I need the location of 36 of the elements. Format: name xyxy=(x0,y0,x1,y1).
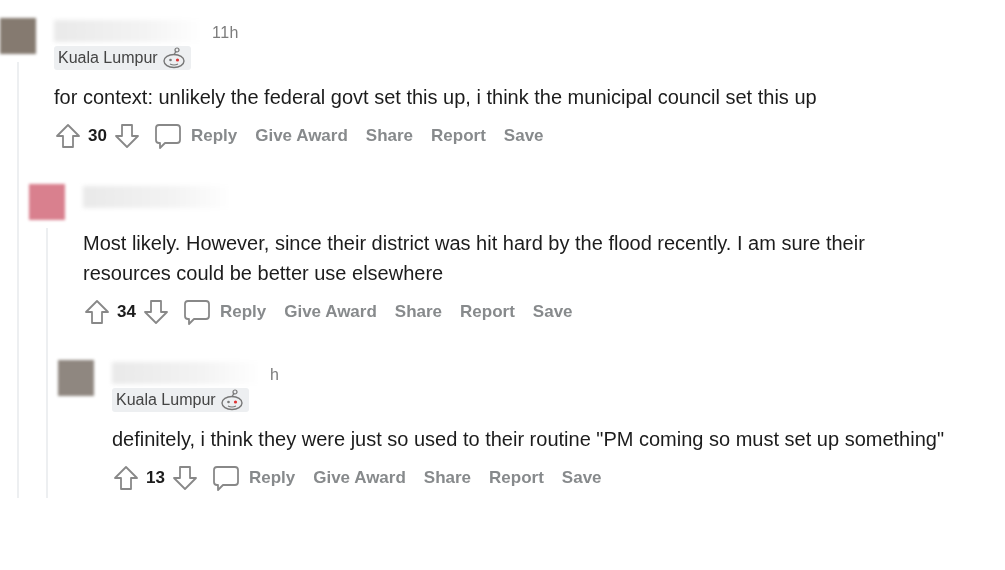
action-button[interactable]: Give Award xyxy=(247,122,356,150)
action-button[interactable]: Share xyxy=(415,464,480,492)
action-button[interactable]: Reply xyxy=(211,298,275,326)
action-button[interactable]: Give Award xyxy=(305,464,414,492)
action-button[interactable]: Share xyxy=(357,122,422,150)
action-button[interactable]: Reply xyxy=(240,464,304,492)
timestamp: 11h xyxy=(212,24,239,42)
alien-face-icon xyxy=(218,389,245,411)
vote-count: 30 xyxy=(88,126,107,146)
action-button[interactable]: Give Award xyxy=(276,298,385,326)
user-flair: Kuala Lumpur xyxy=(54,46,191,70)
comment-icon xyxy=(210,463,241,493)
action-button[interactable]: Save xyxy=(524,298,581,326)
action-button[interactable]: Save xyxy=(553,464,610,492)
action-button[interactable]: Report xyxy=(423,122,494,150)
action-button[interactable]: Report xyxy=(481,464,552,492)
comment-icon xyxy=(181,297,212,327)
downvote-icon[interactable] xyxy=(112,122,141,150)
comment-text: Most likely. However, since their district was hit hard by the flood recently. I am sure their resources could be better use elsewhere xyxy=(83,231,866,286)
downvote-icon[interactable] xyxy=(141,298,170,326)
downvote-icon[interactable] xyxy=(170,464,199,492)
upvote-icon[interactable] xyxy=(112,464,140,492)
vote-count: 34 xyxy=(117,302,136,322)
alien-face-icon xyxy=(160,47,187,69)
comment-text: for context: unlikely the federal govt set this up, i think the municipal council set this up xyxy=(54,85,818,110)
comment-text: definitely, i think they were just so used to their routine "PM coming so must set up something" xyxy=(112,427,945,452)
upvote-icon[interactable] xyxy=(54,122,82,150)
upvote-icon[interactable] xyxy=(83,298,111,326)
vote-count: 13 xyxy=(146,468,165,488)
action-button[interactable]: Share xyxy=(386,298,451,326)
action-button[interactable]: Reply xyxy=(182,122,246,150)
comment-icon xyxy=(152,121,183,151)
user-flair: Kuala Lumpur xyxy=(112,388,249,412)
action-button[interactable]: Save xyxy=(495,122,552,150)
action-button[interactable]: Report xyxy=(452,298,523,326)
timestamp: h xyxy=(270,366,280,384)
